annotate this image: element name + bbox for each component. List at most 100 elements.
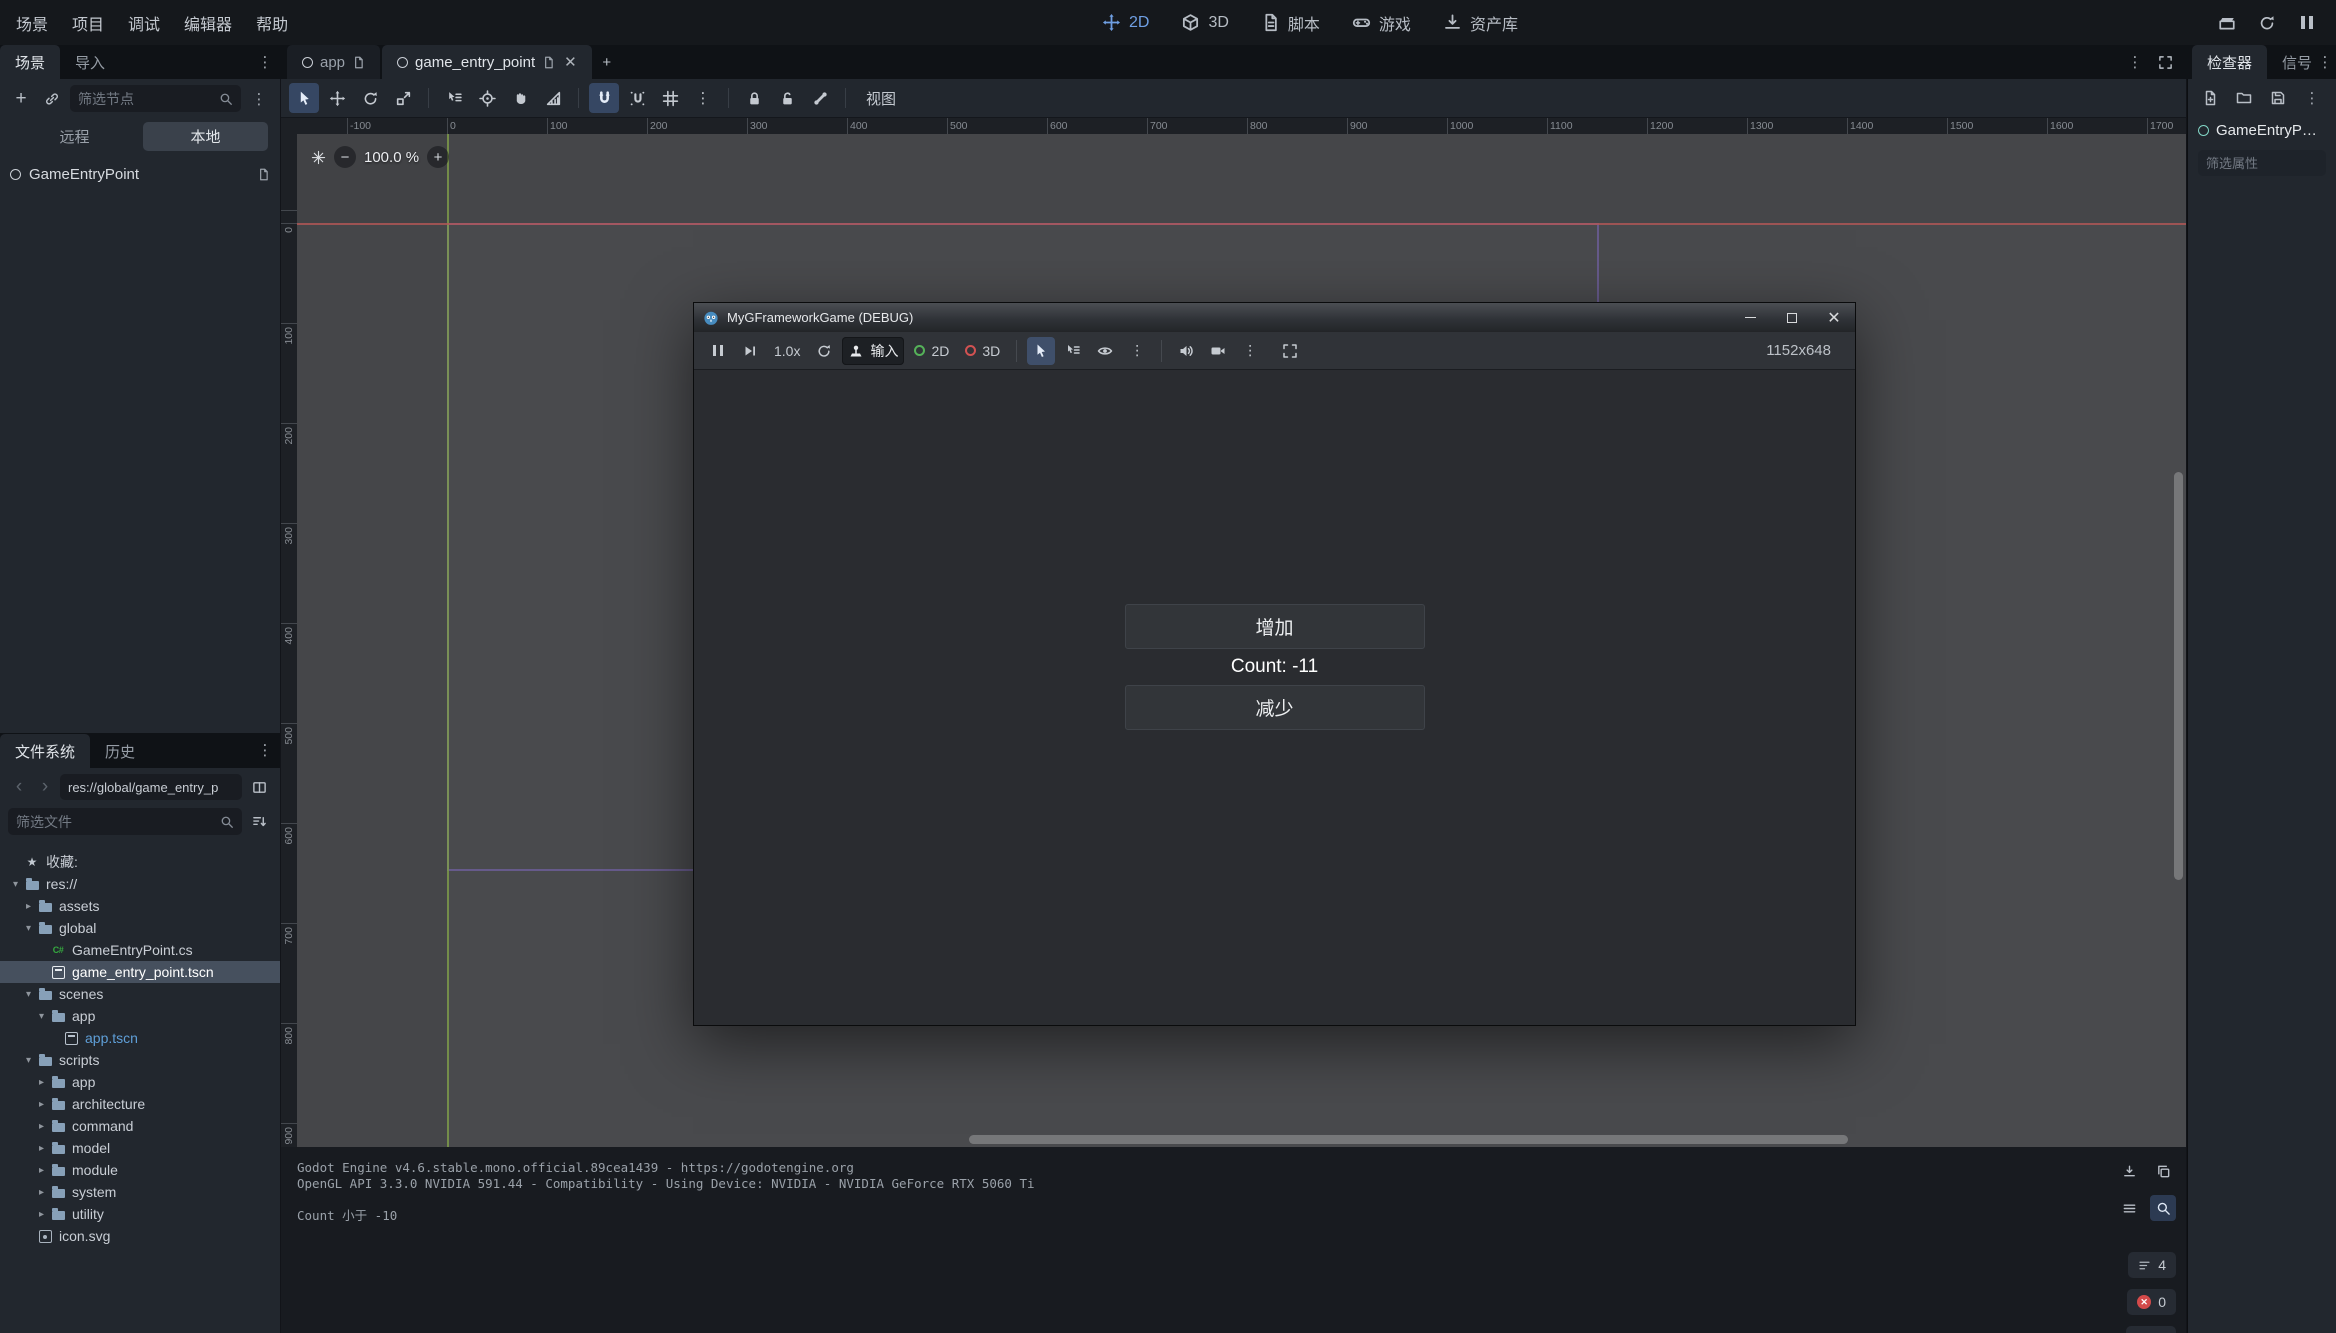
smart-snap-button[interactable] bbox=[589, 83, 619, 113]
current-path-input[interactable] bbox=[68, 780, 234, 795]
file-tree-row[interactable]: res:// bbox=[0, 873, 280, 895]
file-tree-row[interactable]: assets bbox=[0, 895, 280, 917]
error-count-badge[interactable]: ✕ 0 bbox=[2127, 1289, 2176, 1315]
filter-files-field[interactable] bbox=[8, 808, 242, 835]
unlock-node-button[interactable] bbox=[772, 83, 802, 113]
expand-arrow-icon[interactable] bbox=[21, 1055, 36, 1066]
file-tree-row[interactable]: GameEntryPoint.cs bbox=[0, 939, 280, 961]
workspace-2d[interactable]: 2D bbox=[1102, 13, 1149, 32]
suspend-button[interactable] bbox=[704, 337, 732, 365]
sort-files-button[interactable] bbox=[246, 809, 272, 835]
tab-filesystem[interactable]: 文件系统 bbox=[0, 734, 90, 768]
workspace-assetlib[interactable]: 资产库 bbox=[1443, 11, 1518, 35]
restart-button[interactable] bbox=[2254, 10, 2280, 36]
file-tree-row[interactable]: scenes bbox=[0, 983, 280, 1005]
close-button[interactable]: ✕ bbox=[1813, 303, 1855, 332]
pivot-tool-button[interactable] bbox=[472, 83, 502, 113]
filter-files-input[interactable] bbox=[16, 814, 216, 830]
minimize-button[interactable] bbox=[1729, 303, 1771, 332]
filter-nodes-input[interactable] bbox=[78, 91, 215, 107]
select-options-button[interactable]: ⋮ bbox=[1123, 337, 1151, 365]
maximize-button[interactable] bbox=[1771, 303, 1813, 332]
copy-output-button[interactable] bbox=[2150, 1158, 2176, 1184]
remote-button[interactable]: 远程 bbox=[12, 122, 137, 151]
distraction-free-button[interactable] bbox=[2152, 49, 2178, 75]
warning-count-badge[interactable]: 0 bbox=[2126, 1326, 2176, 1333]
expand-arrow-icon[interactable] bbox=[34, 1077, 49, 1088]
file-tree-row[interactable]: utility bbox=[0, 1203, 280, 1225]
instance-scene-button[interactable] bbox=[39, 86, 65, 112]
grid-snap-button[interactable] bbox=[622, 83, 652, 113]
add-node-button[interactable]: + bbox=[8, 86, 34, 112]
speed-button[interactable]: 1.0x bbox=[768, 337, 806, 365]
file-tree-row[interactable]: icon.svg bbox=[0, 1225, 280, 1247]
tab-import-dock[interactable]: 导入 bbox=[60, 45, 120, 79]
ruler-tool-button[interactable] bbox=[538, 83, 568, 113]
view-menu-button[interactable]: 视图 bbox=[856, 88, 906, 109]
next-frame-button[interactable] bbox=[736, 337, 764, 365]
zoom-level-label[interactable]: 100.0 % bbox=[364, 149, 419, 166]
select-mode-button[interactable] bbox=[1027, 337, 1055, 365]
tab-scene-dock[interactable]: 场景 bbox=[0, 45, 60, 79]
menu-editor[interactable]: 编辑器 bbox=[172, 0, 244, 45]
filter-nodes-field[interactable] bbox=[70, 85, 241, 112]
file-tree-row[interactable]: global bbox=[0, 917, 280, 939]
workspace-script[interactable]: 脚本 bbox=[1261, 11, 1320, 35]
visibility-button[interactable] bbox=[1091, 337, 1119, 365]
expand-arrow-icon[interactable] bbox=[21, 901, 36, 912]
decrease-button[interactable]: 减少 bbox=[1125, 685, 1425, 730]
scene-tabs-list-button[interactable]: ⋮ bbox=[2122, 49, 2148, 75]
search-output-button[interactable] bbox=[2150, 1195, 2176, 1221]
tab-history[interactable]: 历史 bbox=[90, 734, 150, 768]
camera-options-button[interactable]: ⋮ bbox=[1236, 337, 1264, 365]
input-mode-button[interactable]: 输入 bbox=[842, 337, 904, 365]
list-select-button[interactable] bbox=[439, 83, 469, 113]
expand-arrow-icon[interactable] bbox=[34, 1143, 49, 1154]
file-tree-row[interactable]: architecture bbox=[0, 1093, 280, 1115]
menu-scene[interactable]: 场景 bbox=[4, 0, 60, 45]
expand-arrow-icon[interactable] bbox=[21, 923, 36, 934]
snap-options-button[interactable]: ⋮ bbox=[688, 83, 718, 113]
reload-button[interactable] bbox=[810, 337, 838, 365]
expand-arrow-icon[interactable] bbox=[34, 1121, 49, 1132]
close-tab-icon[interactable]: ✕ bbox=[564, 53, 577, 71]
expand-arrow-icon[interactable] bbox=[34, 1209, 49, 1220]
file-tree-row[interactable]: command bbox=[0, 1115, 280, 1137]
mute-audio-button[interactable] bbox=[1172, 337, 1200, 365]
expand-arrow-icon[interactable] bbox=[34, 1099, 49, 1110]
filter-properties-input[interactable] bbox=[2206, 156, 2318, 171]
scene-dock-menu-button[interactable]: ⋮ bbox=[252, 49, 278, 75]
scale-tool-button[interactable] bbox=[388, 83, 418, 113]
local-button[interactable]: 本地 bbox=[143, 122, 268, 151]
expand-arrow-icon[interactable] bbox=[34, 1011, 49, 1022]
message-count-badge[interactable]: 4 bbox=[2128, 1252, 2176, 1278]
select-tool-button[interactable] bbox=[289, 83, 319, 113]
expand-arrow-icon[interactable] bbox=[21, 989, 36, 1000]
zoom-out-button[interactable]: − bbox=[334, 146, 356, 168]
load-resource-button[interactable] bbox=[2232, 86, 2256, 110]
pan-tool-button[interactable] bbox=[505, 83, 535, 113]
nav-back-button[interactable]: ‹ bbox=[8, 774, 30, 800]
save-resource-button[interactable] bbox=[2266, 86, 2290, 110]
attached-script-icon[interactable] bbox=[257, 168, 270, 181]
file-tree-row[interactable]: app bbox=[0, 1005, 280, 1027]
expand-arrow-icon[interactable] bbox=[34, 1187, 49, 1198]
current-path-field[interactable] bbox=[60, 774, 242, 800]
save-log-button[interactable] bbox=[2116, 1158, 2142, 1184]
lock-node-button[interactable] bbox=[739, 83, 769, 113]
expand-arrow-icon[interactable] bbox=[34, 1165, 49, 1176]
filesystem-dock-menu-button[interactable]: ⋮ bbox=[252, 737, 278, 763]
expand-arrow-icon[interactable] bbox=[8, 879, 23, 890]
file-tree-row[interactable]: 收藏: bbox=[0, 851, 280, 873]
menu-help[interactable]: 帮助 bbox=[244, 0, 300, 45]
file-tree-row[interactable]: app bbox=[0, 1071, 280, 1093]
toggle-split-mode-button[interactable] bbox=[246, 774, 272, 800]
line-list-button[interactable] bbox=[2116, 1195, 2142, 1221]
tab-inspector[interactable]: 检查器 bbox=[2192, 45, 2267, 79]
file-tree-row[interactable]: module bbox=[0, 1159, 280, 1181]
move-tool-button[interactable] bbox=[322, 83, 352, 113]
workspace-3d[interactable]: 3D bbox=[1181, 13, 1228, 32]
grid-toggle-button[interactable] bbox=[655, 83, 685, 113]
nav-forward-button[interactable]: › bbox=[34, 774, 56, 800]
file-tree-row[interactable]: model bbox=[0, 1137, 280, 1159]
